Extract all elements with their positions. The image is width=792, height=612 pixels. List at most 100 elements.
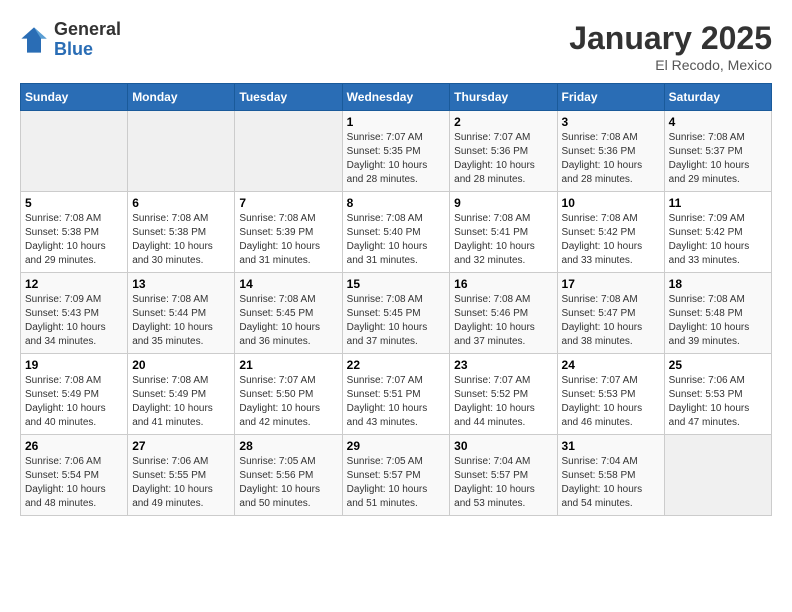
calendar-header-row: SundayMondayTuesdayWednesdayThursdayFrid… — [21, 84, 772, 111]
month-title: January 2025 — [569, 20, 772, 57]
day-info: Sunrise: 7:07 AMSunset: 5:51 PMDaylight:… — [347, 374, 446, 430]
day-header-saturday: Saturday — [664, 84, 771, 111]
calendar-week-row: 26 Sunrise: 7:06 AMSunset: 5:54 PMDayligh… — [21, 435, 772, 516]
day-number: 14 — [239, 277, 337, 291]
day-info: Sunrise: 7:08 AMSunset: 5:45 PMDaylight:… — [239, 293, 337, 349]
day-header-friday: Friday — [557, 84, 664, 111]
day-info: Sunrise: 7:05 AMSunset: 5:56 PMDaylight:… — [239, 455, 337, 511]
day-info: Sunrise: 7:08 AMSunset: 5:44 PMDaylight:… — [132, 293, 230, 349]
day-number: 1 — [347, 115, 446, 129]
day-number: 24 — [562, 358, 660, 372]
calendar-week-row: 1 Sunrise: 7:07 AMSunset: 5:35 PMDaylight… — [21, 111, 772, 192]
calendar-cell: 20 Sunrise: 7:08 AMSunset: 5:49 PMDayligh… — [128, 354, 235, 435]
calendar-cell: 6 Sunrise: 7:08 AMSunset: 5:38 PMDaylight… — [128, 192, 235, 273]
day-info: Sunrise: 7:08 AMSunset: 5:49 PMDaylight:… — [132, 374, 230, 430]
logo: General Blue — [20, 20, 121, 60]
day-info: Sunrise: 7:08 AMSunset: 5:45 PMDaylight:… — [347, 293, 446, 349]
day-number: 6 — [132, 196, 230, 210]
calendar-cell — [664, 435, 771, 516]
day-number: 16 — [454, 277, 552, 291]
calendar-cell: 3 Sunrise: 7:08 AMSunset: 5:36 PMDaylight… — [557, 111, 664, 192]
calendar-cell: 4 Sunrise: 7:08 AMSunset: 5:37 PMDaylight… — [664, 111, 771, 192]
day-info: Sunrise: 7:08 AMSunset: 5:36 PMDaylight:… — [562, 131, 660, 187]
day-number: 22 — [347, 358, 446, 372]
calendar-week-row: 5 Sunrise: 7:08 AMSunset: 5:38 PMDaylight… — [21, 192, 772, 273]
day-number: 4 — [669, 115, 767, 129]
calendar-cell: 30 Sunrise: 7:04 AMSunset: 5:57 PMDayligh… — [450, 435, 557, 516]
day-header-wednesday: Wednesday — [342, 84, 450, 111]
day-info: Sunrise: 7:08 AMSunset: 5:39 PMDaylight:… — [239, 212, 337, 268]
calendar-cell: 16 Sunrise: 7:08 AMSunset: 5:46 PMDayligh… — [450, 273, 557, 354]
day-info: Sunrise: 7:09 AMSunset: 5:42 PMDaylight:… — [669, 212, 767, 268]
day-number: 12 — [25, 277, 123, 291]
calendar-cell: 25Sunrise: 7:06 AMSunset: 5:53 PMDayligh… — [664, 354, 771, 435]
calendar-cell: 19Sunrise: 7:08 AMSunset: 5:49 PMDayligh… — [21, 354, 128, 435]
calendar-cell — [128, 111, 235, 192]
day-number: 31 — [562, 439, 660, 453]
day-info: Sunrise: 7:08 AMSunset: 5:42 PMDaylight:… — [562, 212, 660, 268]
day-number: 26 — [25, 439, 123, 453]
day-info: Sunrise: 7:08 AMSunset: 5:40 PMDaylight:… — [347, 212, 446, 268]
day-number: 17 — [562, 277, 660, 291]
day-number: 20 — [132, 358, 230, 372]
calendar-cell: 14 Sunrise: 7:08 AMSunset: 5:45 PMDayligh… — [235, 273, 342, 354]
day-info: Sunrise: 7:07 AMSunset: 5:36 PMDaylight:… — [454, 131, 552, 187]
day-number: 5 — [25, 196, 123, 210]
day-info: Sunrise: 7:08 AMSunset: 5:47 PMDaylight:… — [562, 293, 660, 349]
calendar-cell: 11Sunrise: 7:09 AMSunset: 5:42 PMDayligh… — [664, 192, 771, 273]
day-number: 2 — [454, 115, 552, 129]
day-number: 8 — [347, 196, 446, 210]
day-info: Sunrise: 7:06 AMSunset: 5:54 PMDaylight:… — [25, 455, 123, 511]
day-number: 27 — [132, 439, 230, 453]
calendar-cell: 22 Sunrise: 7:07 AMSunset: 5:51 PMDayligh… — [342, 354, 450, 435]
day-info: Sunrise: 7:06 AMSunset: 5:55 PMDaylight:… — [132, 455, 230, 511]
day-header-thursday: Thursday — [450, 84, 557, 111]
day-number: 10 — [562, 196, 660, 210]
day-header-tuesday: Tuesday — [235, 84, 342, 111]
day-info: Sunrise: 7:07 AMSunset: 5:35 PMDaylight:… — [347, 131, 446, 187]
day-info: Sunrise: 7:08 AMSunset: 5:37 PMDaylight:… — [669, 131, 767, 187]
calendar-table: SundayMondayTuesdayWednesdayThursdayFrid… — [20, 83, 772, 516]
day-header-sunday: Sunday — [21, 84, 128, 111]
day-number: 28 — [239, 439, 337, 453]
logo-icon — [20, 26, 48, 54]
day-number: 3 — [562, 115, 660, 129]
calendar-cell: 27 Sunrise: 7:06 AMSunset: 5:55 PMDayligh… — [128, 435, 235, 516]
day-info: Sunrise: 7:08 AMSunset: 5:41 PMDaylight:… — [454, 212, 552, 268]
day-info: Sunrise: 7:08 AMSunset: 5:38 PMDaylight:… — [132, 212, 230, 268]
calendar-cell: 18Sunrise: 7:08 AMSunset: 5:48 PMDayligh… — [664, 273, 771, 354]
calendar-cell: 24Sunrise: 7:07 AMSunset: 5:53 PMDayligh… — [557, 354, 664, 435]
day-info: Sunrise: 7:07 AMSunset: 5:52 PMDaylight:… — [454, 374, 552, 430]
calendar-cell: 29 Sunrise: 7:05 AMSunset: 5:57 PMDayligh… — [342, 435, 450, 516]
calendar-cell: 17 Sunrise: 7:08 AMSunset: 5:47 PMDayligh… — [557, 273, 664, 354]
day-number: 19 — [25, 358, 123, 372]
calendar-cell: 2 Sunrise: 7:07 AMSunset: 5:36 PMDaylight… — [450, 111, 557, 192]
calendar-cell — [21, 111, 128, 192]
day-number: 13 — [132, 277, 230, 291]
day-info: Sunrise: 7:04 AMSunset: 5:57 PMDaylight:… — [454, 455, 552, 511]
calendar-cell: 8 Sunrise: 7:08 AMSunset: 5:40 PMDaylight… — [342, 192, 450, 273]
day-number: 15 — [347, 277, 446, 291]
calendar-cell: 23 Sunrise: 7:07 AMSunset: 5:52 PMDayligh… — [450, 354, 557, 435]
calendar-cell: 31Sunrise: 7:04 AMSunset: 5:58 PMDayligh… — [557, 435, 664, 516]
calendar-cell: 5Sunrise: 7:08 AMSunset: 5:38 PMDaylight… — [21, 192, 128, 273]
calendar-cell: 21Sunrise: 7:07 AMSunset: 5:50 PMDayligh… — [235, 354, 342, 435]
calendar-cell: 26 Sunrise: 7:06 AMSunset: 5:54 PMDayligh… — [21, 435, 128, 516]
day-info: Sunrise: 7:08 AMSunset: 5:48 PMDaylight:… — [669, 293, 767, 349]
logo-general-text: General — [54, 19, 121, 39]
calendar-cell: 10 Sunrise: 7:08 AMSunset: 5:42 PMDayligh… — [557, 192, 664, 273]
calendar-cell: 1 Sunrise: 7:07 AMSunset: 5:35 PMDaylight… — [342, 111, 450, 192]
day-header-monday: Monday — [128, 84, 235, 111]
calendar-cell — [235, 111, 342, 192]
day-number: 23 — [454, 358, 552, 372]
calendar-week-row: 12Sunrise: 7:09 AMSunset: 5:43 PMDayligh… — [21, 273, 772, 354]
logo-blue-text: Blue — [54, 39, 93, 59]
day-number: 7 — [239, 196, 337, 210]
day-number: 25 — [669, 358, 767, 372]
day-info: Sunrise: 7:08 AMSunset: 5:46 PMDaylight:… — [454, 293, 552, 349]
day-number: 9 — [454, 196, 552, 210]
day-number: 30 — [454, 439, 552, 453]
day-info: Sunrise: 7:07 AMSunset: 5:50 PMDaylight:… — [239, 374, 337, 430]
day-info: Sunrise: 7:05 AMSunset: 5:57 PMDaylight:… — [347, 455, 446, 511]
day-number: 29 — [347, 439, 446, 453]
